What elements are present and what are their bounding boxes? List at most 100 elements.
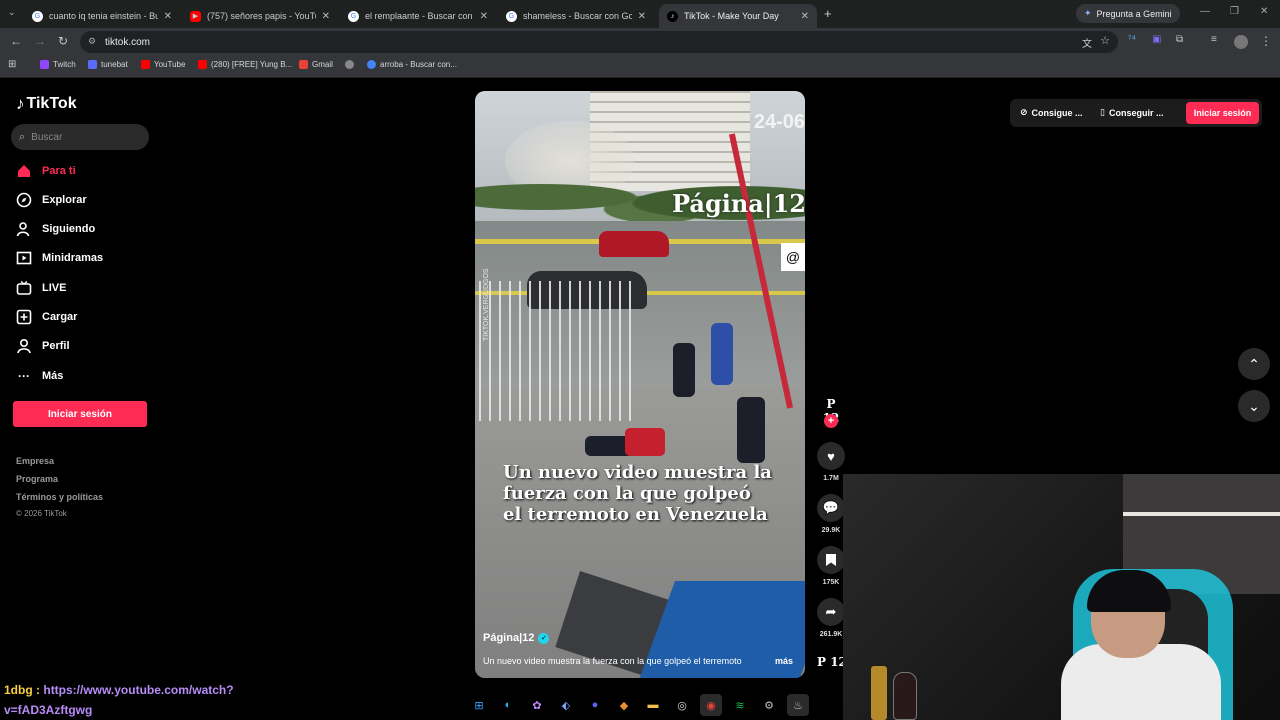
reload-icon[interactable]: ↻	[58, 34, 68, 48]
close-icon[interactable]: ✕	[164, 11, 172, 22]
chevron-down-icon: ⌄	[1248, 397, 1260, 414]
video-scene	[625, 428, 665, 456]
nav-siguiendo[interactable]: Siguiendo	[16, 221, 95, 237]
bookmark-twitch[interactable]: Twitch	[40, 60, 76, 69]
copilot-icon[interactable]: ✿	[526, 694, 548, 716]
forward-icon[interactable]: →	[34, 34, 46, 48]
login-button[interactable]: Iniciar sesión	[13, 401, 147, 427]
close-icon[interactable]: ✕	[480, 11, 488, 22]
video-author[interactable]: Página|12 ✓	[483, 632, 550, 644]
obs-icon[interactable]: ◎	[671, 694, 693, 716]
profile-avatar[interactable]	[1234, 35, 1248, 49]
nav-mas[interactable]: ··· Más	[16, 368, 63, 384]
follow-button[interactable]: +	[824, 414, 838, 428]
bookmark-arroba[interactable]: arroba - Buscar con...	[367, 60, 457, 69]
tab-search-icon[interactable]: ⌄	[8, 7, 16, 18]
windows-start-icon[interactable]: ⊞	[468, 694, 490, 716]
minimize-button[interactable]: —	[1200, 6, 1210, 17]
address-bar[interactable]: ⚙ tiktok.com 文 ☆	[80, 31, 1118, 53]
bookmark-label: YouTube	[154, 60, 186, 69]
following-icon	[16, 221, 32, 237]
chrome-icon[interactable]: ◉	[700, 694, 722, 716]
bookmark-star-icon[interactable]: ☆	[1100, 34, 1110, 47]
gemini-button[interactable]: ✦ Pregunta a Gemini	[1076, 4, 1180, 23]
previous-video-button[interactable]: ⌃	[1238, 348, 1270, 380]
toolbar: ← → ↻ ⚙ tiktok.com 文 ☆ ⁷⁴ ▣ ⧉ ≡ ⋮	[0, 28, 1280, 56]
nav-cargar[interactable]: Cargar	[16, 309, 77, 325]
comment-button[interactable]: 💬 29.9K	[817, 494, 845, 534]
get-app-button[interactable]: ▯ Conseguir ...	[1100, 107, 1163, 118]
nav-minidramas[interactable]: Minidramas	[16, 250, 103, 266]
footer-programa[interactable]: Programa	[16, 474, 58, 484]
nav-label: Cargar	[42, 311, 78, 323]
close-icon[interactable]: ✕	[801, 11, 809, 22]
extensions-puzzle-icon[interactable]: ⧉	[1176, 34, 1183, 45]
film-icon	[16, 250, 32, 266]
bookmark-gmail[interactable]: Gmail	[299, 60, 333, 69]
back-icon[interactable]: ←	[10, 34, 22, 48]
tab-youtube[interactable]: ▶ (757) señores papis - YouTube ✕	[182, 4, 338, 28]
bookmark-label: Gmail	[312, 60, 333, 69]
search-input[interactable]: ⌕ Buscar	[11, 124, 149, 150]
tiktok-logo[interactable]: ♪ TikTok	[16, 94, 77, 114]
tab-einstein[interactable]: G cuanto iq tenia einstein - Busca ✕	[24, 4, 180, 28]
apps-icon[interactable]: ⊞	[8, 59, 16, 70]
footer-empresa[interactable]: Empresa	[16, 456, 54, 466]
tab-tiktok[interactable]: ♪ TikTok - Make Your Day ✕	[659, 4, 817, 28]
video-player[interactable]: 24-06 Página|12 @ TIKTOK.VERGUDGOS Un nu…	[475, 91, 805, 678]
search-icon: ⌕	[19, 130, 26, 143]
tab-title: TikTok - Make Your Day	[684, 11, 779, 21]
discord-icon[interactable]: ●	[584, 694, 606, 716]
nav-perfil[interactable]: Perfil	[16, 338, 70, 354]
chevron-up-icon: ⌃	[1248, 355, 1260, 372]
edge-icon[interactable]: ◐	[497, 694, 519, 716]
footer-terminos[interactable]: Términos y políticas	[16, 492, 103, 502]
footer-copyright: © 2026 TikTok	[16, 509, 67, 518]
extension-icon[interactable]: ⁷⁴	[1128, 34, 1136, 45]
upload-icon	[16, 309, 32, 325]
nav-explorar[interactable]: Explorar	[16, 192, 87, 208]
like-button[interactable]: ♥ 1.7M	[817, 442, 845, 482]
extension-icon[interactable]: ▣	[1152, 34, 1161, 45]
tab-strip: ⌄ G cuanto iq tenia einstein - Busca ✕ ▶…	[0, 0, 1280, 28]
window-close-button[interactable]: ✕	[1260, 6, 1268, 17]
menu-icon[interactable]: ⋮	[1260, 34, 1272, 48]
settings-icon[interactable]: ⚙	[758, 694, 780, 716]
google-icon: G	[32, 10, 43, 22]
close-icon[interactable]: ✕	[322, 11, 330, 22]
video-watermark: Página|12	[672, 189, 805, 218]
spotify-icon[interactable]: ≋	[729, 694, 751, 716]
get-coins-button[interactable]: ⊘ Consigue ...	[1020, 107, 1083, 118]
gemini-label: Pregunta a Gemini	[1096, 8, 1172, 19]
bookmark-tunebat[interactable]: tunebat	[88, 60, 128, 69]
phone-icon: ▯	[1100, 107, 1105, 117]
share-button[interactable]: ➦ 261.9K	[817, 598, 845, 638]
save-button[interactable]: 175K	[817, 546, 845, 586]
close-icon[interactable]: ✕	[638, 11, 646, 22]
bookmark-globe[interactable]	[345, 60, 354, 69]
tab-shameless[interactable]: G shameless - Buscar con Google ✕	[498, 4, 654, 28]
nav-live[interactable]: LIVE	[16, 280, 66, 296]
new-tab-button[interactable]: +	[824, 6, 832, 21]
site-info-icon[interactable]: ⚙	[88, 36, 96, 47]
bookmark-yung[interactable]: (280) [FREE] Yung B...	[198, 60, 292, 69]
tab-remplaante[interactable]: G el remplaante - Buscar con Goo ✕	[340, 4, 496, 28]
translate-icon[interactable]: 文	[1082, 35, 1092, 50]
next-video-button[interactable]: ⌄	[1238, 390, 1270, 422]
webcam-scene	[871, 666, 887, 720]
media-icon[interactable]: ≡	[1211, 34, 1217, 45]
store-icon[interactable]: ⬖	[555, 694, 577, 716]
maximize-button[interactable]: ❐	[1230, 6, 1239, 17]
comment-count: 29.9K	[821, 527, 841, 534]
folder-icon[interactable]: ▬	[642, 694, 664, 716]
login-top-button[interactable]: Iniciar sesión	[1186, 102, 1259, 124]
google-icon: G	[348, 10, 359, 22]
gamepad-icon[interactable]: ◆	[613, 694, 635, 716]
more-link[interactable]: más	[775, 656, 793, 666]
nav-para-ti[interactable]: Para ti	[16, 163, 76, 179]
bookmark-youtube[interactable]: YouTube	[141, 60, 185, 69]
nav-label: Minidramas	[42, 252, 104, 264]
chat-username: 1dbg	[4, 683, 33, 697]
coins-label: Consigue ...	[1031, 107, 1083, 118]
steam-icon[interactable]: ♨	[787, 694, 809, 716]
